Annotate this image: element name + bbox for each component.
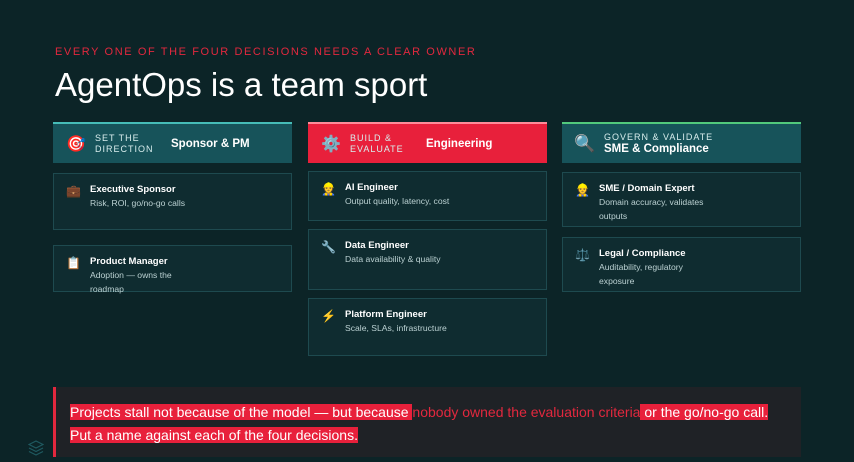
callout-text: Projects stall not because of the model …	[70, 401, 787, 447]
column-header: 🔍 GOVERN & VALIDATE SME & Compliance	[562, 122, 801, 163]
column-header: 🎯 SET THE DIRECTION Sponsor & PM	[53, 122, 292, 163]
column-sponsor-pm: 🎯 SET THE DIRECTION Sponsor & PM 💼 Execu…	[53, 122, 292, 294]
lightning-icon: ⚡	[321, 309, 336, 323]
role-card: 👷 SME / Domain Expert Domain accuracy, v…	[562, 172, 801, 227]
role-card: 📋 Product Manager Adoption — owns the ro…	[53, 245, 292, 294]
role-name: Data Engineer	[345, 240, 409, 251]
role-desc: Risk, ROI, go/no-go calls	[90, 198, 186, 208]
role-card: 👷 AI Engineer Output quality, latency, c…	[308, 171, 547, 221]
role-name: Legal / Compliance	[599, 248, 686, 259]
role-card: 💼 Executive Sponsor Risk, ROI, go/no-go …	[53, 173, 292, 230]
column-header: ⚙️ BUILD & EVALUATE Engineering	[308, 122, 547, 163]
stack-layers-icon	[28, 440, 44, 456]
column-label: SME & Compliance	[604, 143, 709, 155]
role-desc: Data availability & quality	[345, 254, 441, 264]
column-sme-compliance: 🔍 GOVERN & VALIDATE SME & Compliance 👷 S…	[562, 122, 801, 292]
scales-icon: ⚖️	[575, 248, 590, 262]
role-desc: Domain accuracy, validates outputs	[599, 197, 704, 221]
column-kicker: GOVERN & VALIDATE	[604, 132, 714, 142]
role-desc: Adoption — owns the roadmap	[90, 270, 172, 294]
role-card: ⚖️ Legal / Compliance Auditability, regu…	[562, 237, 801, 292]
role-name: Executive Sponsor	[90, 184, 176, 195]
role-card: ⚡ Platform Engineer Scale, SLAs, infrast…	[308, 298, 547, 356]
column-label: Sponsor & PM	[171, 137, 250, 150]
role-name: AI Engineer	[345, 182, 398, 193]
role-name: SME / Domain Expert	[599, 183, 695, 194]
column-label: Engineering	[426, 137, 493, 150]
eyebrow: EVERY ONE OF THE FOUR DECISIONS NEEDS A …	[55, 46, 477, 58]
role-name: Product Manager	[90, 256, 168, 267]
expert-icon: 👷	[575, 183, 590, 197]
callout-emphasis: nobody owned the evaluation criteria	[412, 404, 641, 420]
column-kicker: SET THE DIRECTION	[95, 132, 154, 154]
role-name: Platform Engineer	[345, 309, 427, 320]
engineer-icon: 👷	[321, 182, 336, 196]
gear-icon: ⚙️	[321, 135, 341, 153]
clipboard-icon: 📋	[66, 256, 81, 270]
role-desc: Scale, SLAs, infrastructure	[345, 323, 447, 333]
magnifier-icon: 🔍	[574, 133, 596, 153]
page-title: AgentOps is a team sport	[55, 66, 428, 103]
briefcase-icon: 💼	[66, 184, 81, 198]
column-kicker: BUILD & EVALUATE	[350, 132, 404, 154]
role-card: 🔧 Data Engineer Data availability & qual…	[308, 229, 547, 290]
callout-highlight-1: Projects stall not because of the model …	[70, 404, 413, 420]
wrench-icon: 🔧	[321, 240, 336, 254]
role-desc: Output quality, latency, cost	[345, 196, 450, 206]
callout-box: Projects stall not because of the model …	[53, 387, 801, 457]
target-icon: 🎯	[66, 135, 86, 153]
column-engineering: ⚙️ BUILD & EVALUATE Engineering 👷 AI Eng…	[308, 122, 547, 356]
role-desc: Auditability, regulatory exposure	[599, 262, 683, 286]
